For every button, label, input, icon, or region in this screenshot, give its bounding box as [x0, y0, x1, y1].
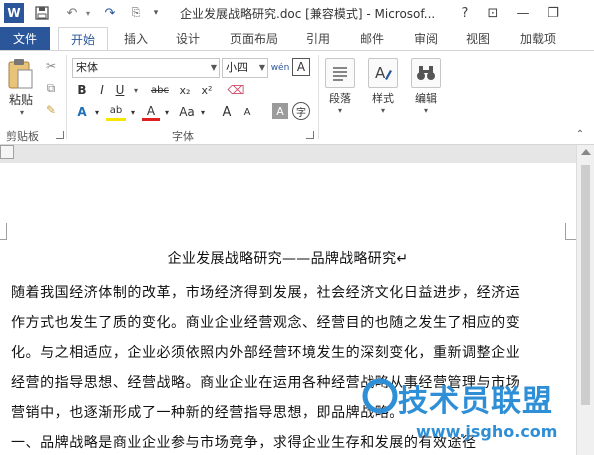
- tab-file[interactable]: 文件: [0, 27, 50, 51]
- minimize-button[interactable]: —: [510, 2, 536, 24]
- title-bar: W ↶ ▾ ↷ ⎘ ▾ 企业发展战略研究.doc [兼容模式] - Micros…: [0, 0, 594, 27]
- document-heading: 企业发展战略研究——品牌战略研究↵: [167, 251, 409, 267]
- chevron-down-icon[interactable]: ▼: [211, 59, 217, 77]
- restore-button[interactable]: ❐: [540, 2, 566, 24]
- svg-text:A: A: [375, 64, 386, 82]
- clipboard-group-label: 剪贴板: [6, 130, 39, 143]
- char-border-button[interactable]: A: [292, 58, 310, 76]
- cut-icon[interactable]: ✂: [42, 57, 60, 75]
- shrink-font-button[interactable]: A: [238, 103, 256, 121]
- clipboard-launcher-icon[interactable]: [56, 131, 64, 139]
- ribbon: 粘贴 ▾ ✂ ⧉ ✎ 剪贴板 宋体 ▼ 小四 ▼ wén A B I U ▾ a…: [0, 50, 594, 145]
- paste-icon[interactable]: [4, 57, 36, 91]
- tab-page-layout[interactable]: 页面布局: [222, 27, 286, 51]
- paragraph-dropdown-icon: ▾: [337, 106, 342, 115]
- scroll-up-icon[interactable]: [581, 149, 591, 155]
- paragraph-label: 段落: [329, 92, 351, 105]
- body-text-line: 化。与之相适应，企业必须依照内外部经营环境发生的深刻变化，重新调整企业: [11, 345, 521, 361]
- word-window: W ↶ ▾ ↷ ⎘ ▾ 企业发展战略研究.doc [兼容模式] - Micros…: [0, 0, 594, 455]
- word-logo-icon[interactable]: W: [4, 3, 24, 23]
- font-name-value: 宋体: [76, 61, 98, 74]
- font-group-label: 字体: [172, 130, 194, 143]
- highlight-dropdown-icon[interactable]: ▾: [128, 103, 138, 121]
- text-effects-button[interactable]: A: [74, 103, 90, 121]
- crop-mark: [6, 223, 7, 239]
- styles-button[interactable]: A 样式 ▾: [365, 55, 401, 125]
- chevron-down-icon[interactable]: ▼: [259, 59, 265, 77]
- text-effects-dropdown-icon[interactable]: ▾: [92, 103, 102, 121]
- bold-button[interactable]: B: [74, 81, 90, 99]
- change-case-dropdown-icon[interactable]: ▾: [198, 103, 208, 121]
- watermark-url: www.jsgho.com: [416, 422, 558, 441]
- crop-mark: [565, 239, 576, 240]
- watermark: 技术员联盟 www.jsgho.com: [360, 374, 570, 454]
- char-shading-button[interactable]: A: [272, 103, 288, 119]
- tab-home[interactable]: 开始: [58, 27, 108, 51]
- subscript-button[interactable]: x₂: [176, 81, 194, 99]
- clear-formatting-icon[interactable]: ⌫: [226, 81, 246, 99]
- highlight-button[interactable]: ab: [106, 103, 126, 121]
- paragraph-icon: [325, 58, 355, 88]
- tab-review[interactable]: 审阅: [404, 27, 448, 51]
- font-size-value: 小四: [226, 61, 248, 74]
- styles-dropdown-icon: ▾: [380, 106, 385, 115]
- change-case-button[interactable]: Aa: [176, 103, 198, 121]
- enclose-characters-button[interactable]: 字: [292, 102, 310, 120]
- font-size-combo[interactable]: 小四 ▼: [222, 58, 268, 78]
- crop-mark: [565, 223, 566, 239]
- paste-dropdown-icon[interactable]: ▾: [16, 107, 28, 117]
- grow-font-button[interactable]: A: [218, 103, 236, 121]
- font-launcher-icon[interactable]: [306, 131, 314, 139]
- copy-icon[interactable]: ⧉: [42, 79, 60, 97]
- body-text-line: 作方式也发生了质的变化。商业企业经营观念、经营目的也随之发生了相应的变: [11, 315, 521, 331]
- ruler-selector[interactable]: [0, 145, 14, 159]
- tab-design[interactable]: 设计: [166, 27, 210, 51]
- underline-button[interactable]: U: [112, 81, 128, 99]
- format-painter-icon[interactable]: ✎: [42, 101, 60, 119]
- paste-button[interactable]: 粘贴: [6, 91, 36, 107]
- undo-dropdown-icon[interactable]: ▾: [78, 3, 98, 23]
- crop-mark: [0, 239, 7, 240]
- scroll-thumb[interactable]: [581, 165, 590, 405]
- group-divider: [318, 55, 319, 139]
- paragraph-button[interactable]: 段落 ▾: [322, 55, 358, 125]
- strikethrough-button[interactable]: abc: [148, 81, 172, 99]
- watermark-logo-icon: [362, 378, 398, 414]
- font-name-combo[interactable]: 宋体 ▼: [72, 58, 220, 78]
- binoculars-icon: [411, 58, 441, 88]
- font-color-button[interactable]: A: [142, 103, 160, 121]
- collapse-ribbon-icon[interactable]: ⌃: [572, 127, 588, 141]
- ribbon-display-button[interactable]: ⊡: [480, 2, 506, 24]
- underline-dropdown-icon[interactable]: ▾: [130, 81, 142, 99]
- touch-mode-icon[interactable]: ⎘: [126, 3, 146, 23]
- tab-view[interactable]: 视图: [456, 27, 500, 51]
- tab-insert[interactable]: 插入: [114, 27, 158, 51]
- italic-button[interactable]: I: [94, 81, 110, 99]
- redo-icon[interactable]: ↷: [100, 3, 120, 23]
- tab-mailings[interactable]: 邮件: [350, 27, 394, 51]
- body-text-line: 营销中，也逐渐形成了一种新的经营指导思想，即品牌战略。: [11, 405, 404, 421]
- editing-label: 编辑: [415, 92, 437, 105]
- tab-references[interactable]: 引用: [296, 27, 340, 51]
- font-color-dropdown-icon[interactable]: ▾: [162, 103, 172, 121]
- editing-button[interactable]: 编辑 ▾: [408, 55, 444, 125]
- styles-icon: A: [368, 58, 398, 88]
- tab-addins[interactable]: 加载项: [510, 27, 566, 51]
- body-text-line: 随着我国经济体制的改革，市场经济得到发展，社会经济文化日益进步，经济运: [11, 285, 521, 301]
- phonetic-guide-button[interactable]: wén: [270, 57, 290, 79]
- window-title: 企业发展战略研究.doc [兼容模式] - Microsof...: [180, 7, 436, 21]
- ruler-strip: [0, 145, 594, 163]
- ribbon-tabs: 文件 开始 插入 设计 页面布局 引用 邮件 审阅 视图 加载项: [0, 27, 594, 51]
- vertical-scrollbar[interactable]: [576, 145, 594, 455]
- help-button[interactable]: ?: [452, 2, 478, 24]
- editing-dropdown-icon: ▾: [423, 106, 428, 115]
- superscript-button[interactable]: x²: [198, 81, 216, 99]
- save-icon[interactable]: [32, 3, 52, 23]
- styles-label: 样式: [372, 92, 394, 105]
- customize-qat-icon[interactable]: ▾: [146, 3, 166, 23]
- watermark-text: 技术员联盟: [398, 384, 553, 419]
- group-divider: [66, 55, 67, 139]
